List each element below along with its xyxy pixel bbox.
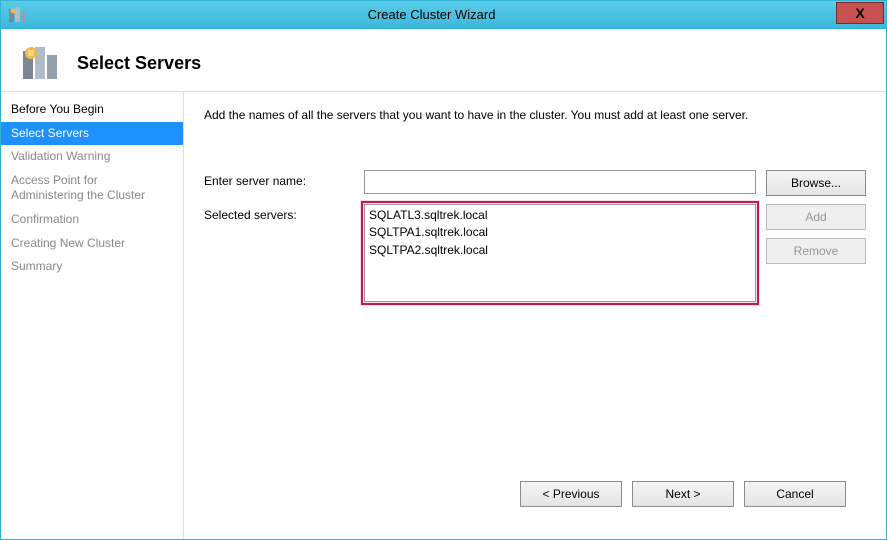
- selected-servers-list[interactable]: SQLATL3.sqltrek.local SQLTPA1.sqltrek.lo…: [364, 204, 756, 302]
- list-item[interactable]: SQLATL3.sqltrek.local: [369, 207, 751, 224]
- window-title: Create Cluster Wizard: [27, 7, 836, 22]
- previous-button[interactable]: < Previous: [520, 481, 622, 507]
- wizard-step-icon: [19, 41, 63, 85]
- wizard-header: Select Servers: [1, 29, 886, 91]
- step-confirmation[interactable]: Confirmation: [1, 208, 183, 232]
- close-button[interactable]: X: [836, 2, 884, 24]
- close-icon: X: [855, 5, 864, 21]
- page-title: Select Servers: [77, 53, 201, 74]
- cancel-button[interactable]: Cancel: [744, 481, 846, 507]
- selected-servers-label: Selected servers:: [204, 204, 354, 222]
- enter-server-row: Enter server name: Browse...: [204, 170, 866, 196]
- list-item[interactable]: SQLTPA2.sqltrek.local: [369, 242, 751, 259]
- step-creating-new-cluster[interactable]: Creating New Cluster: [1, 232, 183, 256]
- wizard-window: Create Cluster Wizard X Select Servers B…: [0, 0, 887, 540]
- server-name-input[interactable]: [364, 170, 756, 194]
- browse-button[interactable]: Browse...: [766, 170, 866, 196]
- wizard-steps-sidebar: Before You Begin Select Servers Validati…: [1, 92, 184, 539]
- wizard-body: Before You Begin Select Servers Validati…: [1, 91, 886, 539]
- selected-servers-row: Selected servers: SQLATL3.sqltrek.local …: [204, 204, 866, 302]
- next-button[interactable]: Next >: [632, 481, 734, 507]
- step-before-you-begin[interactable]: Before You Begin: [1, 98, 183, 122]
- step-summary[interactable]: Summary: [1, 255, 183, 279]
- list-item[interactable]: SQLTPA1.sqltrek.local: [369, 224, 751, 241]
- instruction-text: Add the names of all the servers that yo…: [204, 108, 866, 122]
- step-access-point[interactable]: Access Point for Administering the Clust…: [1, 169, 183, 208]
- enter-server-label: Enter server name:: [204, 170, 354, 188]
- add-button: Add: [766, 204, 866, 230]
- titlebar: Create Cluster Wizard X: [1, 1, 886, 29]
- step-validation-warning[interactable]: Validation Warning: [1, 145, 183, 169]
- wizard-footer: < Previous Next > Cancel: [204, 469, 866, 523]
- remove-button: Remove: [766, 238, 866, 264]
- wizard-content: Add the names of all the servers that yo…: [184, 92, 886, 539]
- step-select-servers[interactable]: Select Servers: [1, 122, 183, 146]
- app-icon: [7, 5, 27, 25]
